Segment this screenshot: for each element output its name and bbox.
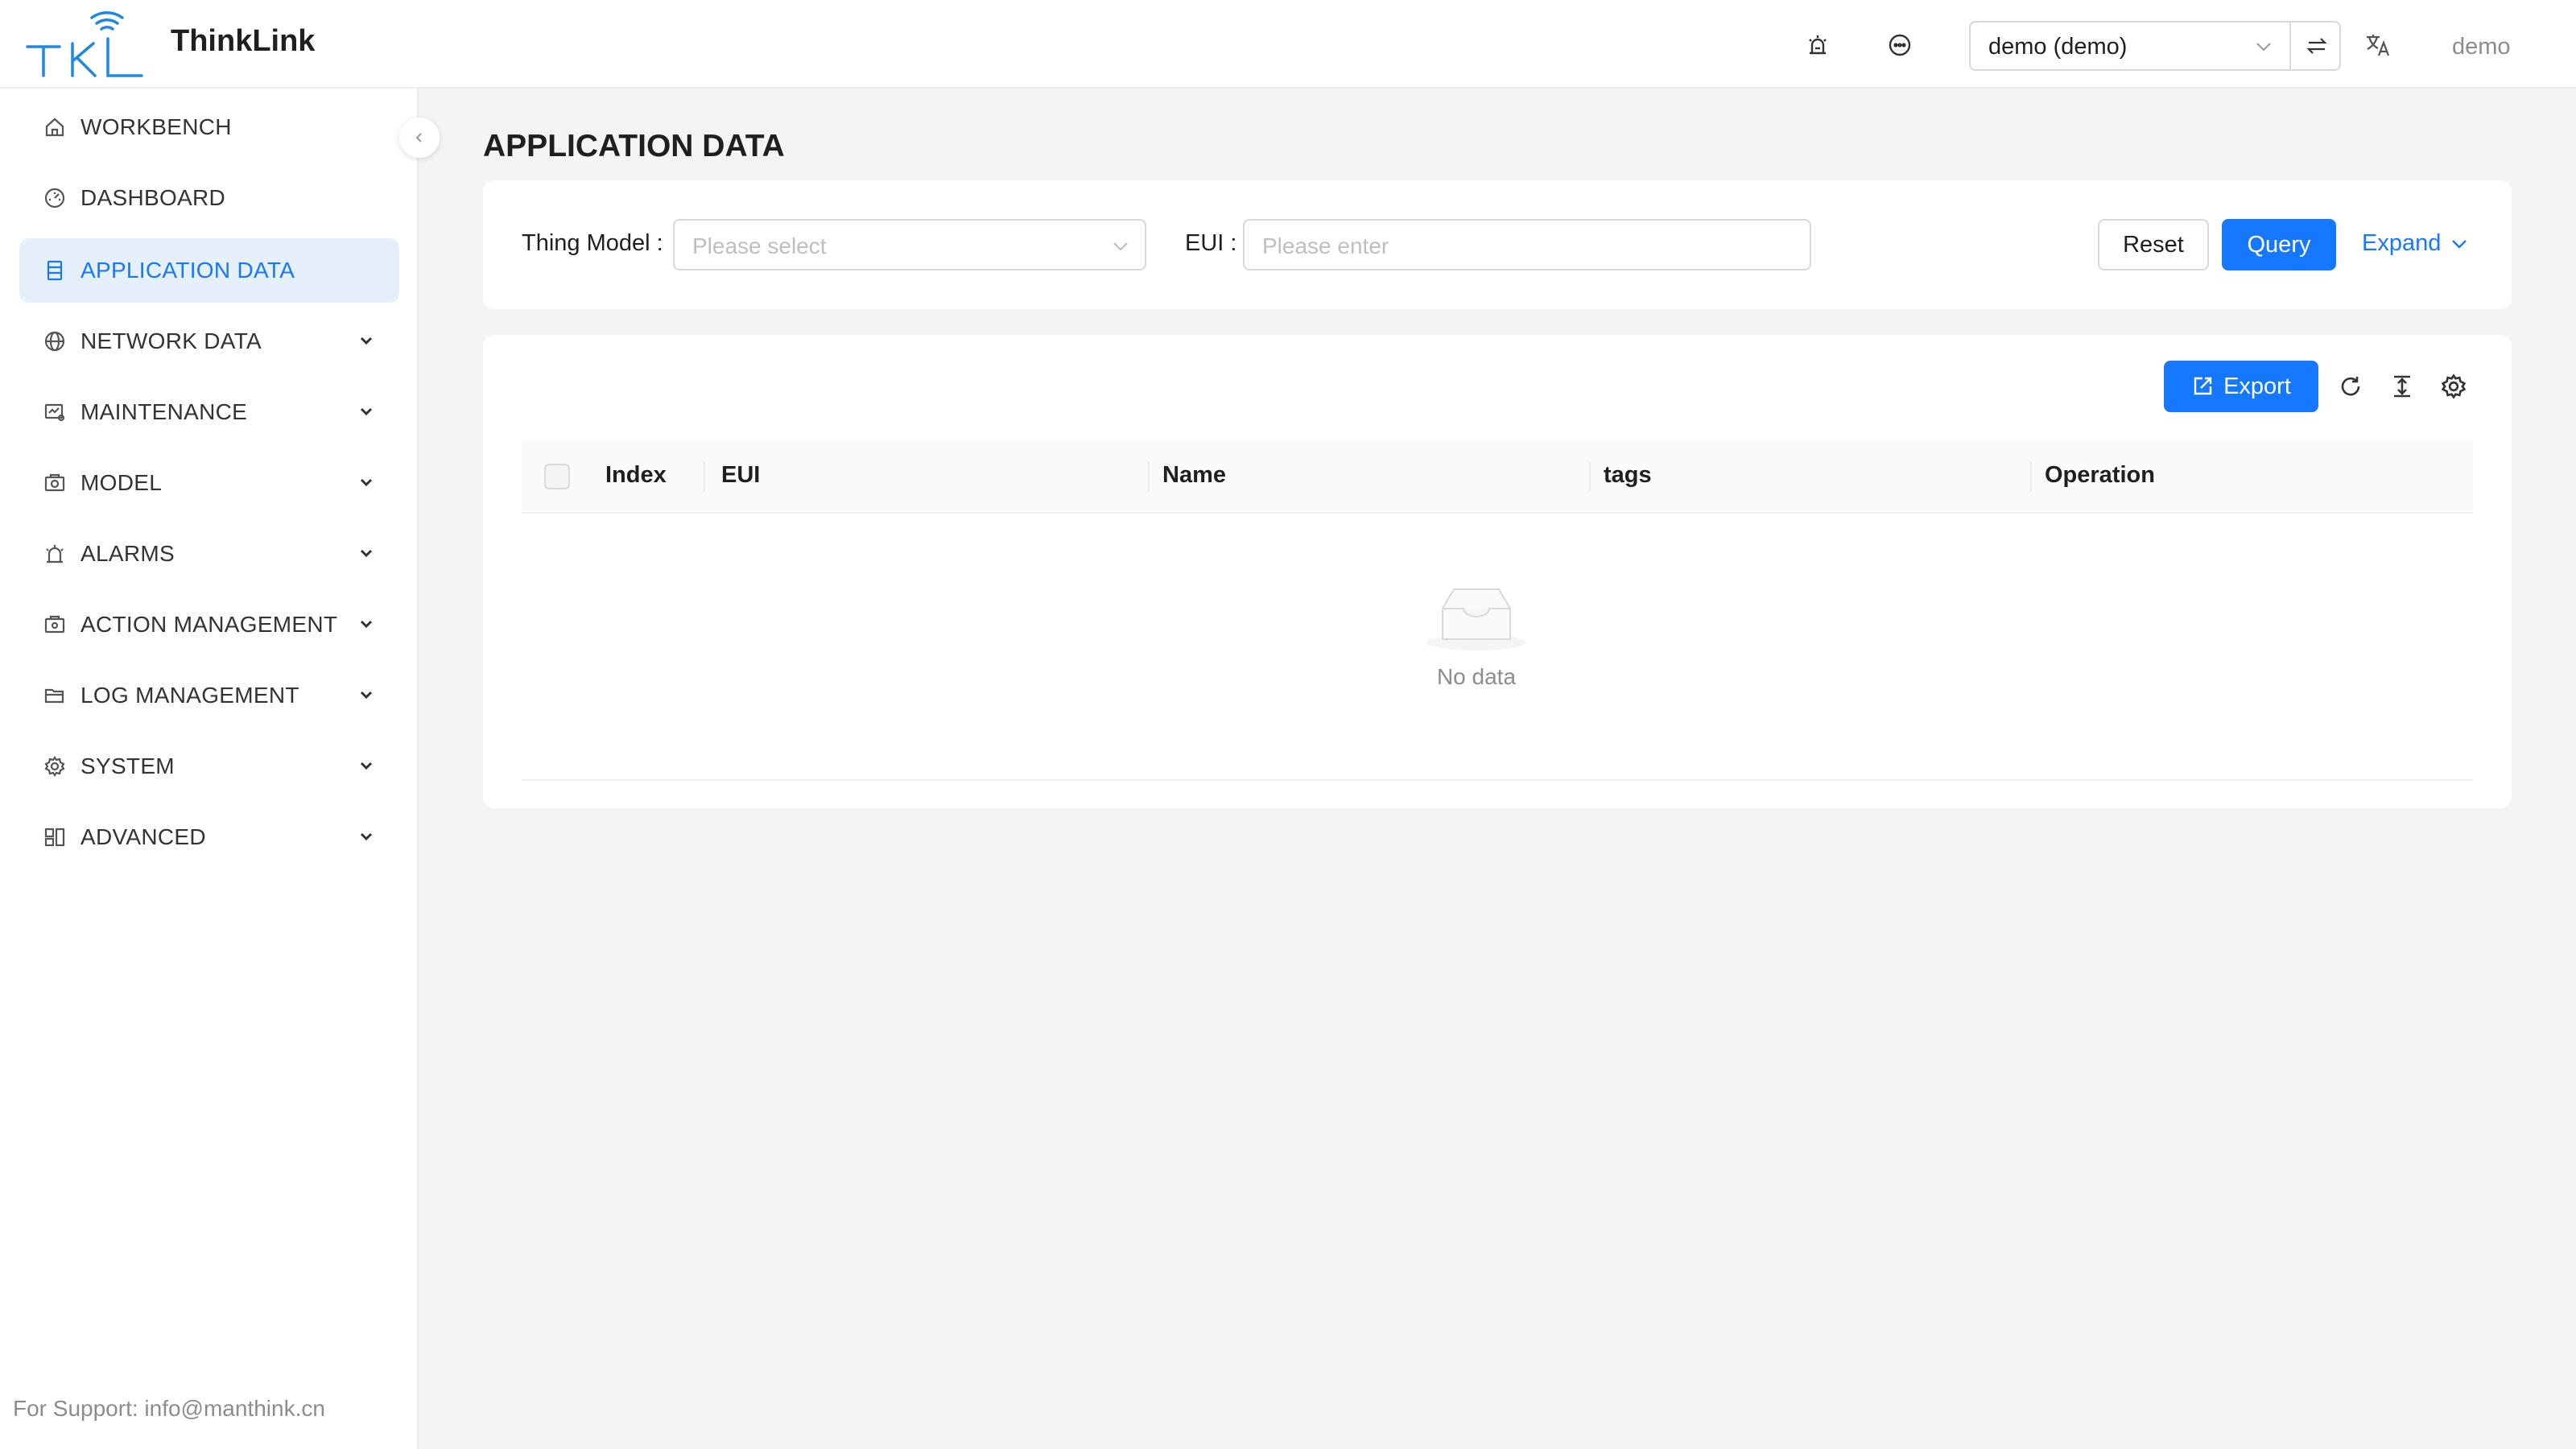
query-button[interactable]: Query bbox=[2222, 219, 2336, 270]
sidebar-item-dashboard[interactable]: DASHBOARD bbox=[19, 166, 399, 230]
chevron-down-icon bbox=[360, 620, 373, 629]
thing-model-label: Thing Model : bbox=[522, 230, 663, 256]
table-header: Index EUI Name tags Operation bbox=[522, 440, 2473, 514]
reset-button[interactable]: Reset bbox=[2098, 219, 2209, 270]
thing-model-placeholder: Please select bbox=[692, 233, 827, 258]
empty-text: No data bbox=[1436, 664, 1517, 689]
advanced-icon bbox=[44, 828, 65, 847]
sidebar-item-action-management[interactable]: ACTION MANAGEMENT bbox=[19, 592, 399, 657]
eui-label: EUI : bbox=[1185, 230, 1237, 256]
chevron-down-icon bbox=[1113, 242, 1128, 251]
sidebar-item-log-management[interactable]: LOG MANAGEMENT bbox=[19, 663, 399, 728]
eui-input[interactable]: Please enter bbox=[1243, 219, 1811, 270]
chevron-down-icon bbox=[360, 762, 373, 770]
sidebar-item-alarms[interactable]: ALARMS bbox=[19, 522, 399, 586]
column-header-operation[interactable]: Operation bbox=[2045, 462, 2155, 489]
alarm-icon bbox=[46, 545, 64, 564]
sidebar-item-network-data[interactable]: NETWORK DATA bbox=[19, 309, 399, 374]
sidebar: WORKBENCH DASHBOARD APPLICATION DATA NET… bbox=[0, 89, 419, 1449]
chevron-down-icon bbox=[360, 407, 373, 416]
eui-placeholder: Please enter bbox=[1262, 233, 1389, 258]
export-label: Export bbox=[2223, 373, 2291, 399]
column-settings-icon[interactable] bbox=[2438, 370, 2470, 402]
column-header-tags[interactable]: tags bbox=[1604, 462, 1652, 489]
expand-toggle[interactable]: Expand bbox=[2362, 230, 2470, 257]
message-icon[interactable] bbox=[1882, 27, 1918, 63]
select-all-checkbox[interactable] bbox=[544, 464, 570, 489]
select-divider bbox=[2289, 23, 2291, 69]
column-separator bbox=[1148, 462, 1150, 491]
organization-select-value: demo (demo) bbox=[1988, 34, 2128, 60]
sidebar-item-label: WORKBENCH bbox=[80, 114, 232, 139]
sidebar-item-label: MODEL bbox=[80, 470, 163, 495]
sidebar-collapse-button[interactable] bbox=[399, 118, 440, 158]
chevron-down-icon bbox=[360, 478, 373, 487]
sidebar-item-model[interactable]: MODEL bbox=[19, 451, 399, 515]
sidebar-item-label: SYSTEM bbox=[80, 753, 175, 778]
alarm-icon[interactable] bbox=[1800, 27, 1835, 63]
sidebar-item-application-data[interactable]: APPLICATION DATA bbox=[19, 238, 399, 303]
brand-name: ThinkLink bbox=[171, 24, 316, 58]
thing-model-select[interactable]: Please select bbox=[673, 219, 1146, 270]
sidebar-item-label: DASHBOARD bbox=[80, 185, 226, 210]
empty-state: No data bbox=[1412, 584, 1541, 690]
organization-select[interactable]: demo (demo) bbox=[1969, 21, 2341, 71]
sidebar-item-advanced[interactable]: ADVANCED bbox=[19, 805, 399, 869]
support-contact: For Support: info@manthink.cn bbox=[13, 1396, 325, 1421]
sidebar-item-label: LOG MANAGEMENT bbox=[80, 683, 299, 708]
table-bottom-border bbox=[522, 779, 2473, 781]
sidebar-item-maintenance[interactable]: MAINTENANCE bbox=[19, 380, 399, 444]
density-icon[interactable] bbox=[2386, 370, 2418, 402]
dashboard-icon bbox=[44, 188, 65, 208]
folder-icon bbox=[44, 688, 64, 704]
export-button[interactable]: Export bbox=[2164, 361, 2318, 412]
maintenance-icon bbox=[44, 403, 65, 422]
empty-inbox-icon bbox=[1426, 588, 1526, 650]
thinklink-logo[interactable] bbox=[24, 11, 145, 79]
chevron-down-icon bbox=[2452, 239, 2467, 249]
gear-icon bbox=[44, 756, 65, 777]
chevron-down-icon bbox=[360, 336, 373, 345]
column-header-index[interactable]: Index bbox=[605, 462, 667, 489]
export-icon bbox=[2194, 377, 2212, 395]
translate-icon[interactable] bbox=[2360, 27, 2396, 63]
sidebar-item-label: APPLICATION DATA bbox=[80, 258, 295, 283]
chevron-down-icon bbox=[360, 832, 373, 841]
column-separator bbox=[2030, 462, 2032, 491]
top-header: ThinkLink demo (demo) demo bbox=[0, 0, 2576, 89]
refresh-icon[interactable] bbox=[2334, 370, 2367, 402]
column-header-eui[interactable]: EUI bbox=[721, 462, 760, 489]
chevron-left-icon bbox=[415, 133, 422, 142]
sidebar-item-workbench[interactable]: WORKBENCH bbox=[19, 95, 399, 159]
sidebar-item-label: ADVANCED bbox=[80, 824, 206, 849]
model-icon bbox=[44, 473, 65, 492]
sidebar-item-label: NETWORK DATA bbox=[80, 328, 262, 353]
column-separator bbox=[704, 462, 705, 491]
swap-icon[interactable] bbox=[2299, 30, 2334, 62]
sidebar-item-label: ALARMS bbox=[80, 541, 175, 566]
chevron-down-icon bbox=[360, 549, 373, 558]
globe-icon bbox=[44, 331, 65, 352]
database-icon bbox=[47, 260, 63, 281]
sidebar-item-system[interactable]: SYSTEM bbox=[19, 734, 399, 799]
column-separator bbox=[1589, 462, 1591, 491]
chevron-down-icon bbox=[360, 691, 373, 700]
data-table-panel: Export Index EUI Name tags Operation No … bbox=[483, 335, 2512, 808]
user-name[interactable]: demo bbox=[2452, 34, 2511, 60]
column-header-name[interactable]: Name bbox=[1162, 462, 1226, 489]
sidebar-item-label: MAINTENANCE bbox=[80, 399, 248, 424]
home-icon bbox=[45, 118, 64, 137]
chevron-down-icon bbox=[2256, 43, 2271, 52]
expand-label: Expand bbox=[2362, 230, 2442, 256]
action-icon bbox=[44, 615, 65, 634]
page-title: APPLICATION DATA bbox=[483, 129, 785, 163]
sidebar-item-label: ACTION MANAGEMENT bbox=[80, 612, 338, 637]
filter-panel: Thing Model : Please select EUI : Please… bbox=[483, 180, 2512, 309]
